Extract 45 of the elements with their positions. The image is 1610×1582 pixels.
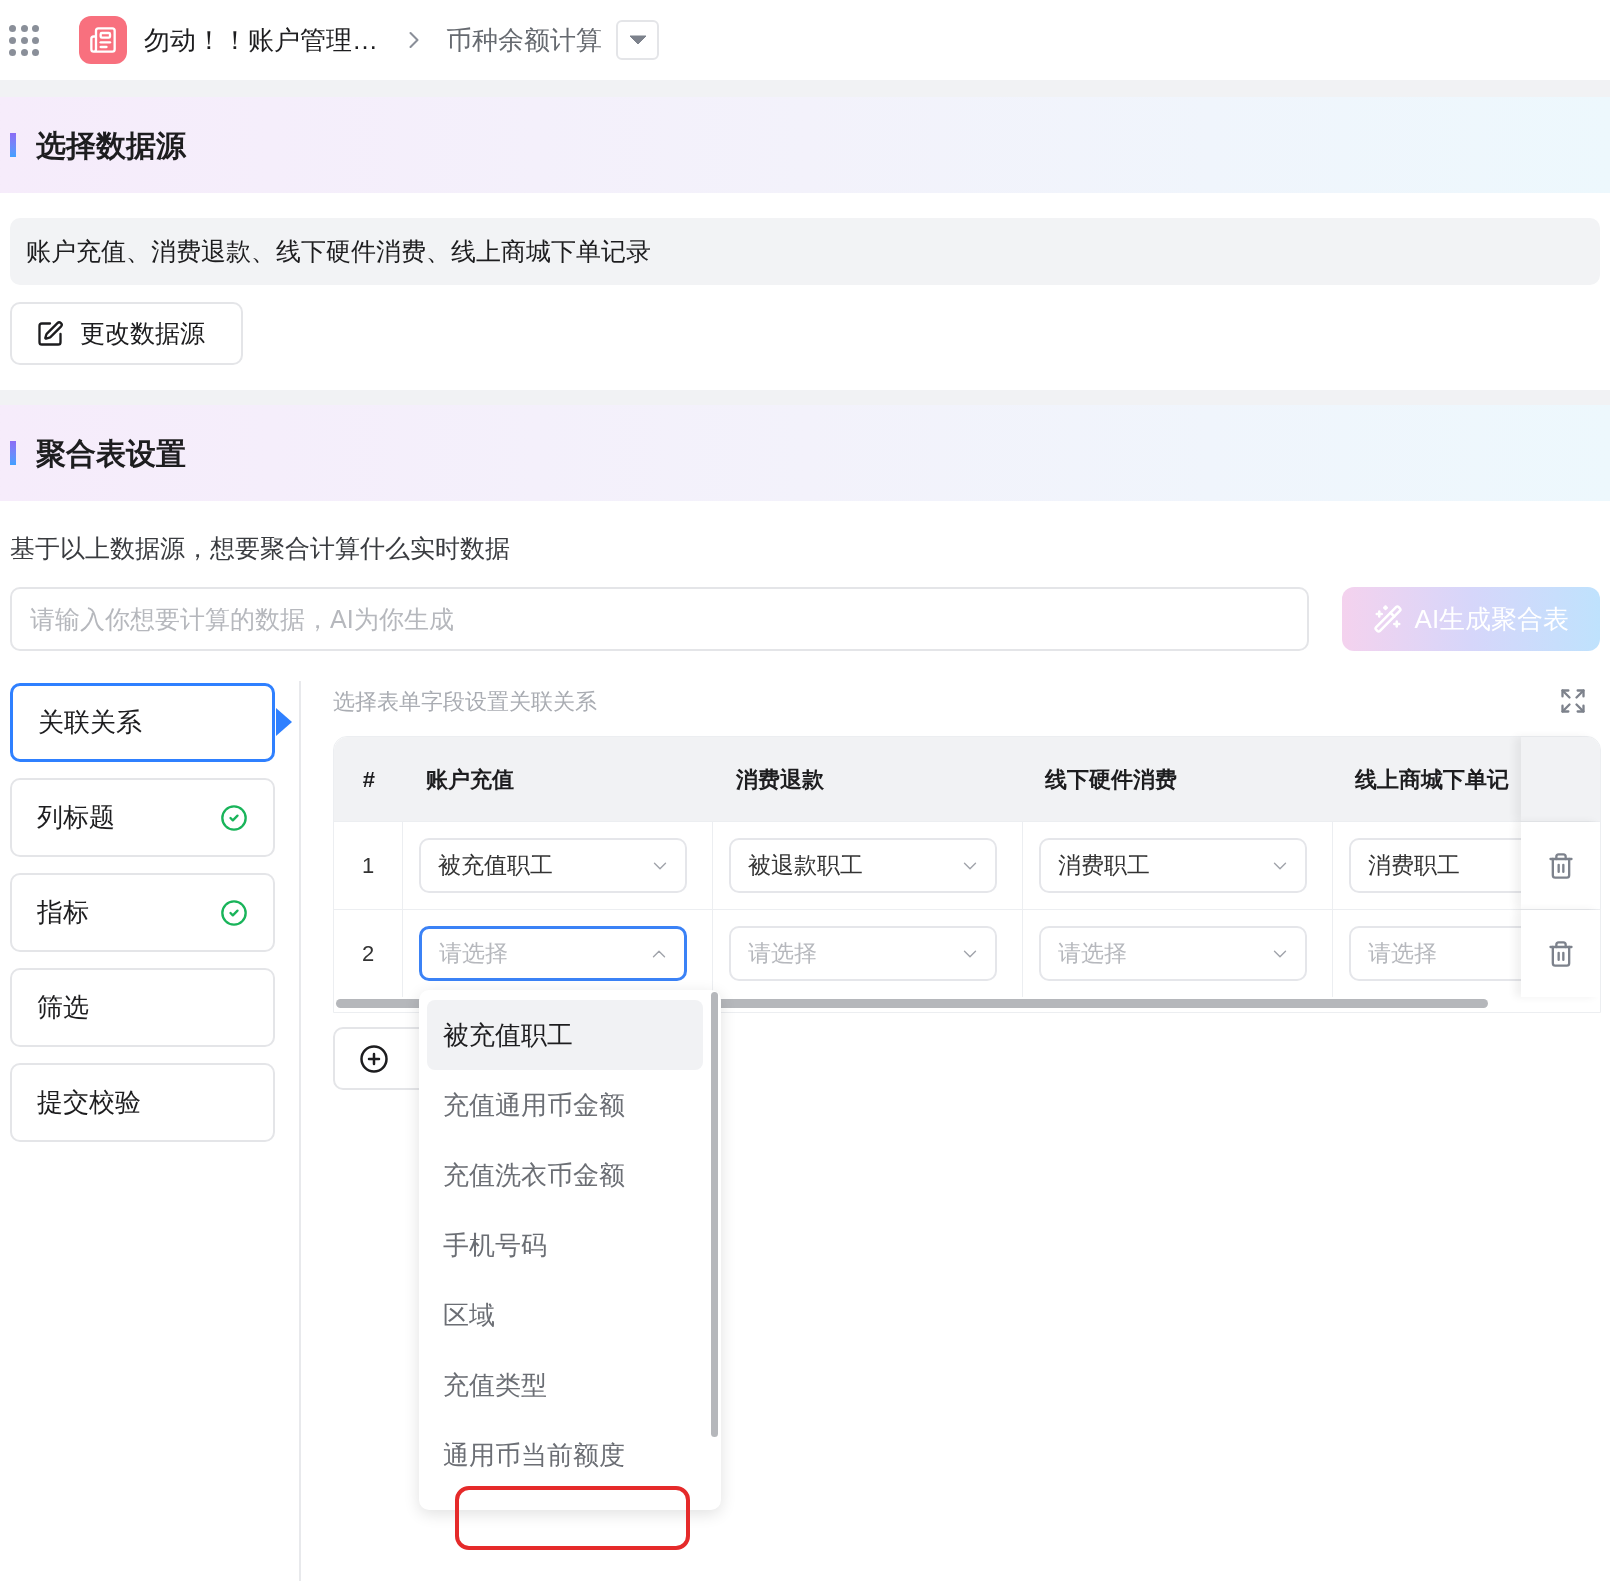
step-label: 指标 xyxy=(37,896,89,929)
select-value: 消费职工 xyxy=(1368,851,1460,881)
step-tab[interactable]: 指标 xyxy=(10,873,275,952)
section-title: 选择数据源 xyxy=(36,127,186,164)
select-placeholder: 请选择 xyxy=(1368,939,1437,969)
select-value: 被充值职工 xyxy=(438,851,553,881)
step-tab[interactable]: 关联关系 xyxy=(10,683,275,762)
select-value: 消费职工 xyxy=(1058,851,1150,881)
dropdown-option[interactable]: 区域 xyxy=(427,1280,703,1350)
dropdown-option[interactable]: 充值通用币金额 xyxy=(427,1070,703,1140)
select-value: 被退款职工 xyxy=(748,851,863,881)
prompt-input[interactable]: 请输入你想要计算的数据，AI为你生成 xyxy=(10,587,1309,651)
step-label: 列标题 xyxy=(37,801,115,834)
select-field[interactable]: 消费职工 xyxy=(1039,838,1307,893)
column-header: # xyxy=(362,765,376,794)
section-title: 聚合表设置 xyxy=(36,435,186,472)
relation-hint: 选择表单字段设置关联关系 xyxy=(333,687,597,716)
step-label: 关联关系 xyxy=(38,706,142,739)
select-placeholder: 请选择 xyxy=(1058,939,1127,969)
row-number: 2 xyxy=(361,940,375,968)
select-placeholder: 请选择 xyxy=(439,939,508,969)
column-header: 线上商城下单记 xyxy=(1355,765,1510,794)
column-header: 消费退款 xyxy=(735,765,824,794)
dropdown-option[interactable]: 被充值职工 xyxy=(427,1000,703,1070)
data-source-text: 账户充值、消费退款、线下硬件消费、线上商城下单记录 xyxy=(26,235,651,267)
step-tab[interactable]: 提交校验 xyxy=(10,1063,275,1142)
change-data-source-button[interactable]: 更改数据源 xyxy=(10,302,243,365)
step-tab[interactable]: 筛选 xyxy=(10,968,275,1047)
step-label: 提交校验 xyxy=(37,1086,141,1119)
row-number: 1 xyxy=(361,852,375,880)
select-field[interactable]: 被充值职工 xyxy=(419,838,687,893)
select-field[interactable]: 消费职工 xyxy=(1349,838,1521,893)
page-title: 币种余额计算 xyxy=(446,23,602,57)
column-header: 账户充值 xyxy=(425,765,514,794)
dropdown-option[interactable]: 充值洗衣币金额 xyxy=(427,1140,703,1210)
select-field[interactable]: 被退款职工 xyxy=(729,838,997,893)
dropdown-option[interactable]: 通用币当前额度 xyxy=(427,1420,703,1490)
step-label: 筛选 xyxy=(37,991,89,1024)
app-title[interactable]: 勿动！！账户管理… xyxy=(144,20,378,60)
prompt-label: 基于以上数据源，想要聚合计算什么实时数据 xyxy=(10,533,511,564)
dropdown-option[interactable]: 手机号码 xyxy=(427,1210,703,1280)
step-tab[interactable]: 列标题 xyxy=(10,778,275,857)
dropdown-option[interactable]: 充值类型 xyxy=(427,1350,703,1420)
column-header: 线下硬件消费 xyxy=(1045,765,1178,794)
select-placeholder: 请选择 xyxy=(748,939,817,969)
